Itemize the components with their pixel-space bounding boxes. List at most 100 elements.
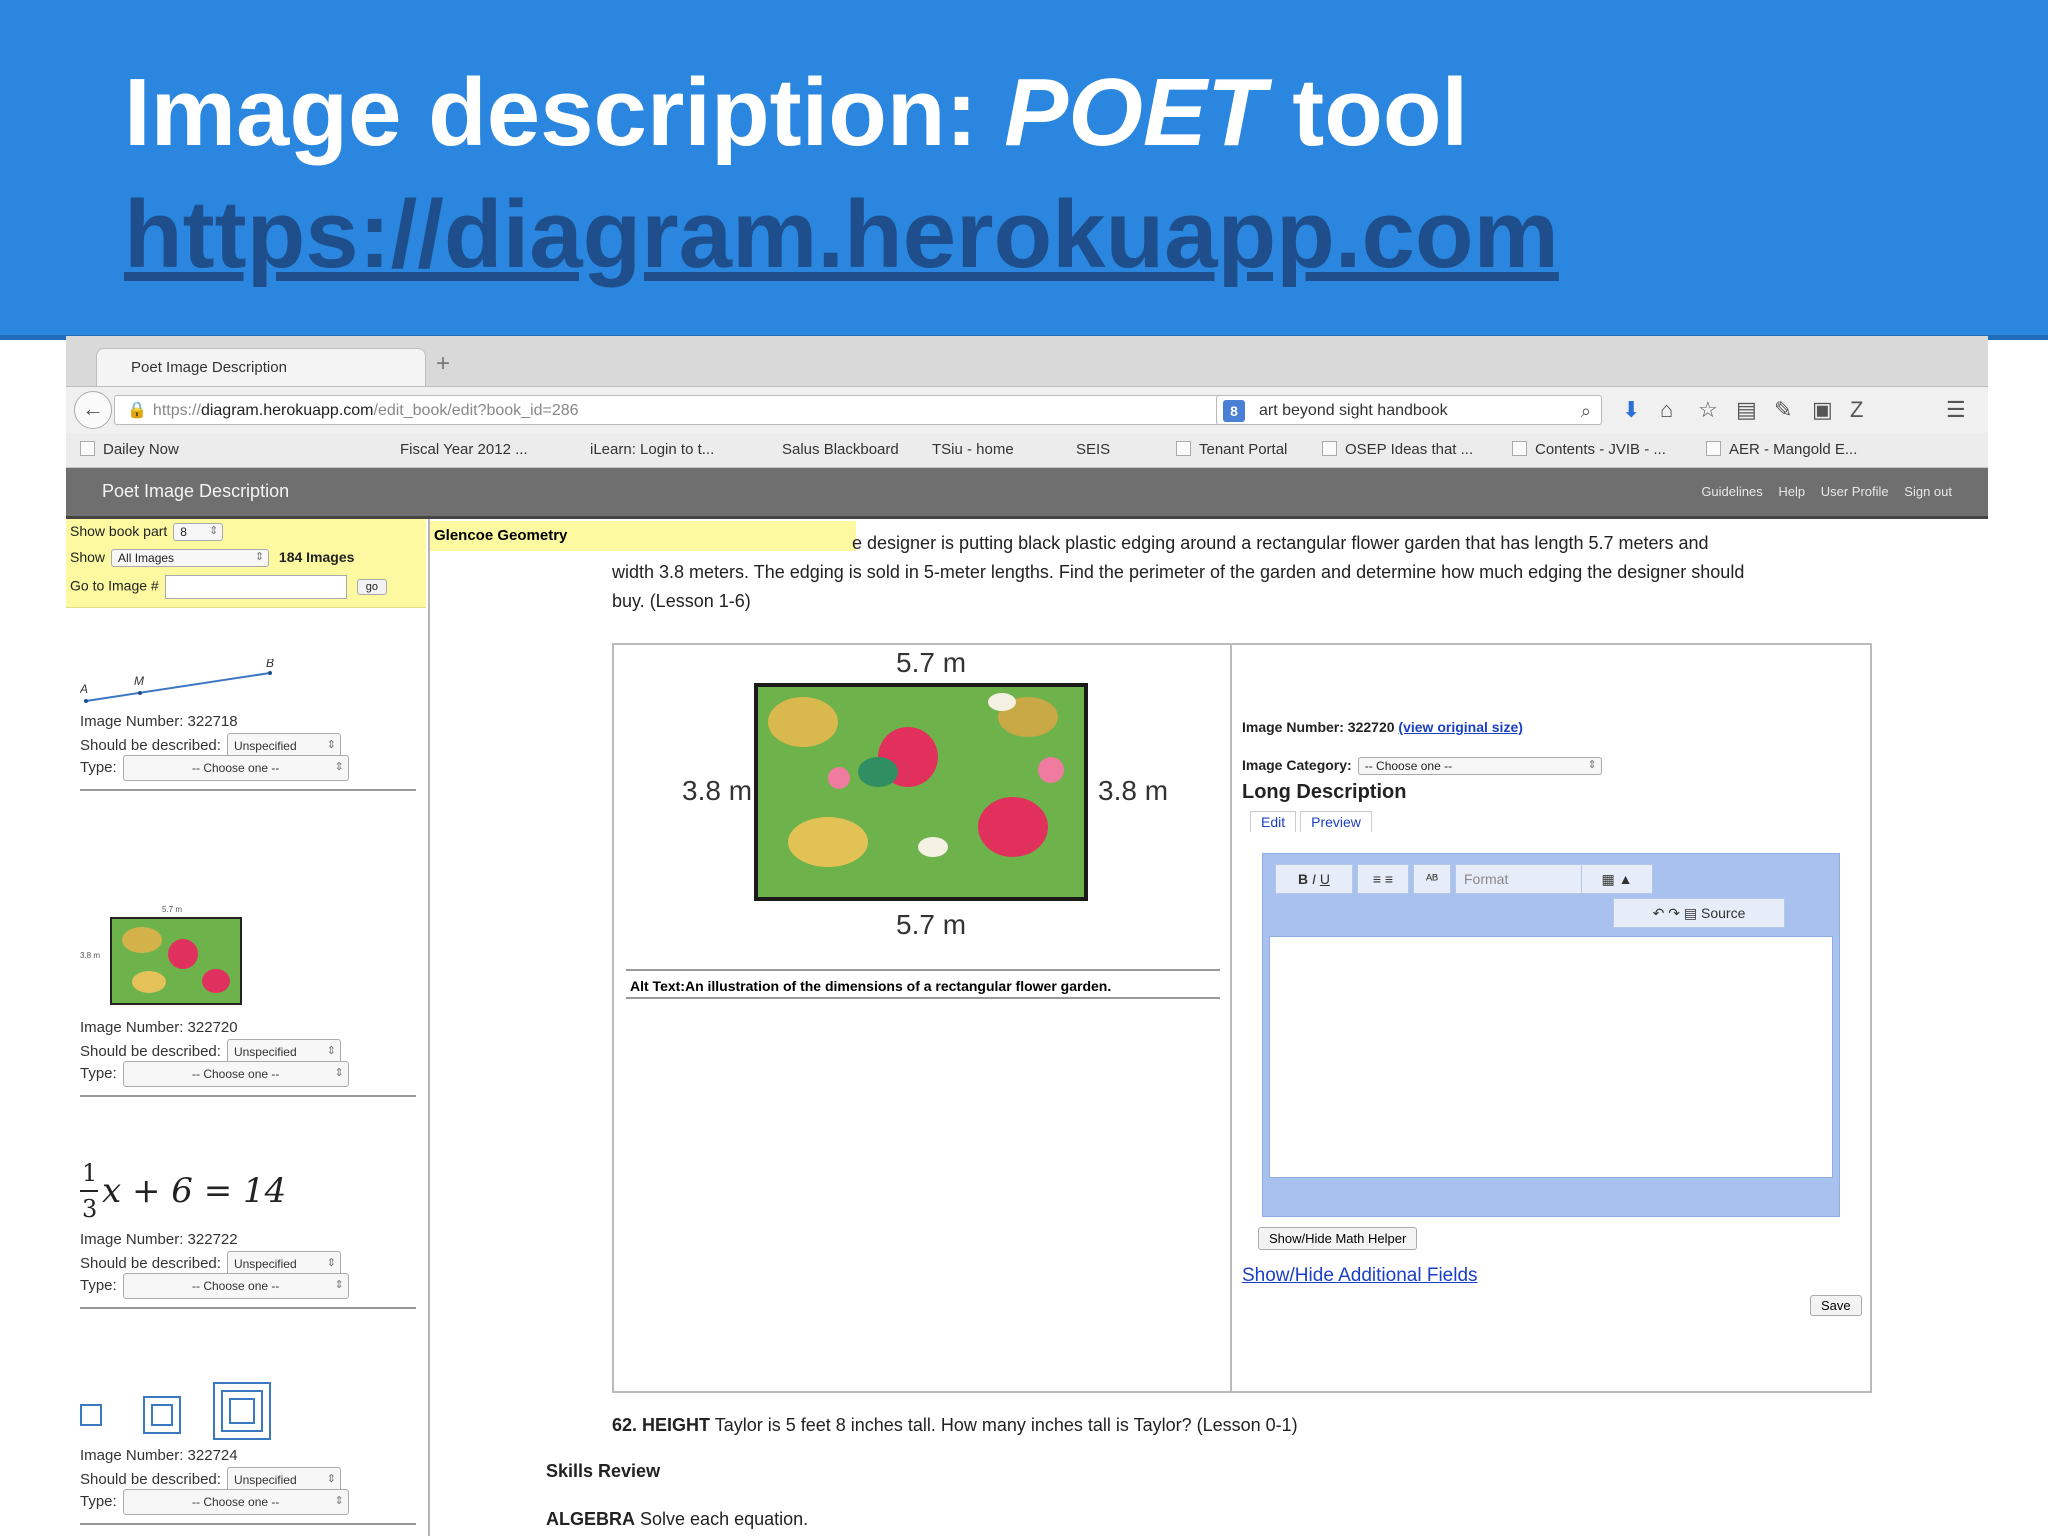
new-tab-icon[interactable]: + bbox=[436, 350, 450, 378]
category-select[interactable]: -- Choose one -- bbox=[1357, 757, 1602, 776]
image-entry: 1 3 x + 6 = 14 Image Number: 322722 Shou… bbox=[80, 1159, 420, 1309]
dim-top: 5.7 m bbox=[896, 647, 967, 678]
garden-thumbnail[interactable]: 5.7 m 3.8 m bbox=[80, 905, 280, 1017]
long-description-title: Long Description bbox=[1242, 781, 1407, 803]
tab-edit[interactable]: Edit bbox=[1250, 811, 1297, 832]
tab-bar: Poet Image Description + bbox=[66, 336, 1988, 387]
described-label: Should be described: bbox=[80, 1470, 221, 1488]
image-count: 184 Images bbox=[278, 549, 355, 565]
url-host: diagram.herokuapp.com bbox=[200, 402, 374, 419]
type-label: Type: bbox=[80, 758, 117, 776]
help-link[interactable]: Help bbox=[1778, 484, 1805, 499]
main-content: Glencoe Geometry e designer is putting b… bbox=[430, 519, 1988, 1536]
point-label: M bbox=[134, 674, 144, 688]
insert-icons[interactable]: ▦ ▲ bbox=[1581, 864, 1653, 894]
search-icon[interactable]: ⌕ bbox=[1581, 396, 1591, 426]
image-entry: 5.7 m 3.8 m Image Number: 322720 Should … bbox=[80, 905, 420, 1097]
list-icon[interactable]: ≡ ≡ bbox=[1357, 864, 1409, 894]
flower-garden-image[interactable] bbox=[754, 683, 1088, 901]
nested-squares-thumbnail[interactable] bbox=[80, 1379, 280, 1441]
show-label: Show bbox=[70, 549, 106, 565]
address-bar[interactable]: 🔒 https://diagram.herokuapp.com/edit_book… bbox=[114, 395, 1264, 425]
additional-fields-link[interactable]: Show/Hide Additional Fields bbox=[1242, 1265, 1478, 1287]
type-select[interactable]: -- Choose one -- bbox=[122, 1273, 349, 1299]
described-label: Should be described: bbox=[80, 1042, 221, 1060]
image-panel: 5.7 m 3.8 m 3.8 m 5.7 m Alt Text:An illu bbox=[612, 643, 1872, 1393]
home-icon[interactable]: ⌂ bbox=[1660, 397, 1673, 423]
book-part-select[interactable]: 8 bbox=[173, 523, 224, 542]
filter-controls: Show book part 8 Show All Images 184 Image… bbox=[66, 519, 426, 608]
alt-text: Alt Text:An illustration of the dimensio… bbox=[626, 969, 1220, 999]
go-button[interactable]: go bbox=[356, 579, 387, 595]
image-number: Image Number: 322720 bbox=[80, 1019, 238, 1036]
url-path: /edit_book/edit?book_id=286 bbox=[373, 402, 579, 419]
google-icon[interactable]: 8 bbox=[1223, 400, 1245, 422]
bookmark-item[interactable]: iLearn: Login to t... bbox=[590, 441, 714, 458]
spellcheck-icon[interactable]: ᴬᴮ bbox=[1413, 864, 1451, 894]
skills-review-heading: Skills Review bbox=[546, 1461, 661, 1481]
download-icon[interactable]: ⬇ bbox=[1622, 397, 1640, 423]
dim-right: 3.8 m bbox=[1098, 775, 1169, 806]
equation-thumbnail[interactable]: 1 3 x + 6 = 14 bbox=[80, 1159, 420, 1229]
image-number: Image Number: 322722 bbox=[80, 1231, 238, 1248]
bookmark-item[interactable]: TSiu - home bbox=[932, 441, 1014, 458]
browser-screenshot: Poet Image Description + ← 🔒 https://diag… bbox=[66, 336, 1988, 1536]
type-select[interactable]: -- Choose one -- bbox=[122, 1061, 349, 1087]
math-helper-button[interactable]: Show/Hide Math Helper bbox=[1258, 1227, 1418, 1250]
tab-preview[interactable]: Preview bbox=[1300, 811, 1372, 832]
source-button[interactable]: ↶ ↷ ▤ Source bbox=[1613, 898, 1785, 928]
addon-icon[interactable]: ✎ bbox=[1774, 397, 1792, 423]
entry-divider bbox=[80, 1523, 416, 1525]
bookmark-item[interactable]: Salus Blackboard bbox=[782, 441, 899, 458]
bookmark-item[interactable]: Dailey Now bbox=[80, 441, 179, 458]
show-select[interactable]: All Images bbox=[111, 549, 270, 568]
type-label: Type: bbox=[80, 1492, 117, 1510]
browser-tab[interactable]: Poet Image Description bbox=[96, 348, 426, 386]
italic-icon: I bbox=[1312, 871, 1316, 887]
editor-tabs: Edit Preview bbox=[1250, 811, 1376, 832]
bookmark-item[interactable]: Fiscal Year 2012 ... bbox=[400, 441, 528, 458]
bookmark-item[interactable]: AER - Mangold E... bbox=[1706, 441, 1857, 458]
underline-icon: U bbox=[1319, 871, 1330, 887]
user-profile-link[interactable]: User Profile bbox=[1821, 484, 1889, 499]
image-entry: Image Number: 322724 Should be described… bbox=[80, 1379, 420, 1525]
bookmark-item[interactable]: OSEP Ideas that ... bbox=[1322, 441, 1473, 458]
description-form: Image Number: 322720 (view original size… bbox=[1232, 645, 1870, 1391]
slide-title: Image description: POET tool bbox=[124, 59, 1469, 166]
zotero-icon[interactable]: Z bbox=[1850, 397, 1863, 423]
image-preview: 5.7 m 3.8 m 3.8 m 5.7 m Alt Text:An illu bbox=[614, 645, 1232, 1391]
line-segment-thumbnail[interactable]: A M B bbox=[79, 656, 280, 707]
screenshot-icon[interactable]: ▣ bbox=[1812, 397, 1833, 423]
slide-banner: Image description: POET tool https://dia… bbox=[0, 0, 2048, 340]
question-text: e designer is putting black plastic edgi… bbox=[612, 533, 1745, 611]
type-select[interactable]: -- Choose one -- bbox=[122, 755, 349, 781]
lock-icon: 🔒 bbox=[127, 402, 147, 419]
goto-image-input[interactable] bbox=[164, 575, 347, 599]
save-button[interactable]: Save bbox=[1810, 1295, 1862, 1316]
bookmarks-bar: Dailey Now Fiscal Year 2012 ... iLearn: … bbox=[66, 433, 1988, 468]
guidelines-link[interactable]: Guidelines bbox=[1701, 484, 1762, 499]
image-entry: A M B Image Number: 322718 Should be des… bbox=[79, 656, 420, 791]
bookmark-item[interactable]: SEIS bbox=[1076, 441, 1110, 458]
star-icon[interactable]: ☆ bbox=[1698, 397, 1718, 423]
slide-url-link[interactable]: https://diagram.herokuapp.com bbox=[124, 180, 1559, 290]
type-select[interactable]: -- Choose one -- bbox=[122, 1489, 349, 1515]
bookmark-item[interactable]: Tenant Portal bbox=[1176, 441, 1287, 458]
bold-icon: B bbox=[1298, 871, 1309, 887]
category-row: Image Category: -- Choose one -- bbox=[1242, 757, 1602, 776]
description-textarea[interactable] bbox=[1269, 936, 1833, 1178]
back-arrow-icon[interactable]: ← bbox=[74, 391, 112, 429]
url-scheme: https:// bbox=[152, 402, 201, 419]
view-original-link[interactable]: (view original size) bbox=[1398, 719, 1522, 735]
sign-out-link[interactable]: Sign out bbox=[1904, 484, 1952, 499]
editor-toolbar: B I U ≡ ≡ ᴬᴮ Format ▦ ▲ ↶ ↷ ▤ Source bbox=[1271, 860, 1831, 932]
search-text: art beyond sight handbook bbox=[1259, 402, 1448, 419]
dim-bottom: 5.7 m bbox=[896, 909, 967, 940]
rich-text-editor: B I U ≡ ≡ ᴬᴮ Format ▦ ▲ ↶ ↷ ▤ Source bbox=[1262, 853, 1840, 1217]
search-input[interactable]: 8 art beyond sight handbook ⌕ bbox=[1216, 395, 1602, 425]
bookmark-item[interactable]: Contents - JVIB - ... bbox=[1512, 441, 1666, 458]
bookmark-icon[interactable]: ▤ bbox=[1736, 397, 1757, 423]
format-buttons[interactable]: B I U bbox=[1275, 864, 1353, 894]
menu-icon[interactable]: ☰ bbox=[1946, 397, 1966, 423]
format-select[interactable]: Format bbox=[1455, 864, 1585, 894]
